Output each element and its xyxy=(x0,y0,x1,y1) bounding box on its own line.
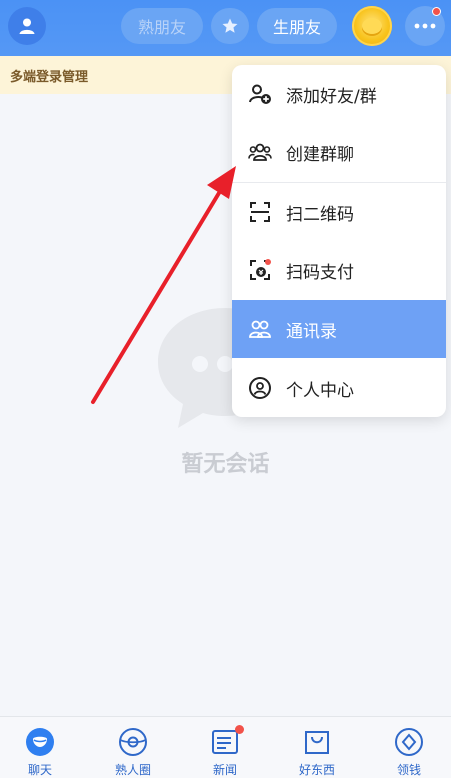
nav-item-shopping[interactable]: 好东西 xyxy=(272,717,362,778)
gold-coin-icon[interactable] xyxy=(352,6,392,46)
news-badge-dot xyxy=(235,725,244,734)
menu-item-label: 个人中心 xyxy=(286,380,354,401)
menu-item-create-group[interactable]: 创建群聊 xyxy=(232,123,446,181)
tab-sheng-label: 生朋友 xyxy=(272,18,321,37)
claim-money-icon xyxy=(394,727,424,757)
menu-item-add-friend[interactable]: 添加好友/群 xyxy=(232,65,446,123)
tab-sheng-friends[interactable]: 生朋友 xyxy=(257,8,337,44)
star-icon xyxy=(222,18,238,33)
chat-icon xyxy=(25,727,55,757)
profile-icon xyxy=(248,376,272,400)
menu-item-label: 扫码支付 xyxy=(286,262,354,283)
top-bar: 熟朋友 生朋友 xyxy=(0,0,451,56)
menu-item-scan-qr[interactable]: 扫二维码 xyxy=(232,183,446,241)
menu-item-profile[interactable]: 个人中心 xyxy=(232,359,446,417)
user-icon xyxy=(19,18,35,34)
shopping-bag-icon xyxy=(302,727,332,757)
nav-label: 新闻 xyxy=(212,763,237,777)
more-badge-dot xyxy=(432,7,441,16)
more-dots-icon xyxy=(414,23,436,29)
app-screen: 熟朋友 生朋友 多端登录管理 暂无会话 添加好友/群 创建群聊 扫二维码 扫码支… xyxy=(0,0,451,778)
user-avatar-button[interactable] xyxy=(8,7,46,45)
menu-item-label: 添加好友/群 xyxy=(286,86,377,107)
menu-item-label: 通讯录 xyxy=(286,321,337,342)
nav-item-moments[interactable]: 熟人圈 xyxy=(88,717,178,778)
notice-text: 多端登录管理 xyxy=(10,69,89,85)
favorites-button[interactable] xyxy=(211,8,249,44)
contacts-icon xyxy=(248,317,272,341)
moments-icon xyxy=(118,727,148,757)
add-friend-icon xyxy=(248,82,272,106)
tab-shu-friends[interactable]: 熟朋友 xyxy=(121,8,203,44)
nav-label: 聊天 xyxy=(27,763,52,777)
nav-label: 领钱 xyxy=(396,763,421,777)
menu-item-scan-pay[interactable]: 扫码支付 xyxy=(232,241,446,299)
nav-item-claim-money[interactable]: 领钱 xyxy=(364,717,451,778)
menu-item-label: 扫二维码 xyxy=(286,204,354,225)
news-icon xyxy=(210,725,244,757)
nav-label: 熟人圈 xyxy=(114,763,151,777)
empty-state-label: 暂无会话 xyxy=(181,452,270,477)
menu-item-label: 创建群聊 xyxy=(286,144,354,165)
more-dropdown-menu: 添加好友/群 创建群聊 扫二维码 扫码支付 通讯录 个人中心 xyxy=(232,65,446,417)
menu-item-contacts[interactable]: 通讯录 xyxy=(232,300,446,358)
empty-state-text: 暂无会话 xyxy=(0,446,451,478)
scan-qr-icon xyxy=(248,200,272,224)
tab-shu-label: 熟朋友 xyxy=(137,18,186,37)
scan-pay-icon xyxy=(248,258,272,282)
bottom-navigation: 聊天 熟人圈 新闻 好东西 领钱 xyxy=(0,716,451,778)
group-chat-icon xyxy=(248,140,272,164)
nav-item-news[interactable]: 新闻 xyxy=(180,717,270,778)
nav-label: 好东西 xyxy=(298,763,335,777)
nav-item-chat[interactable]: 聊天 xyxy=(0,717,85,778)
